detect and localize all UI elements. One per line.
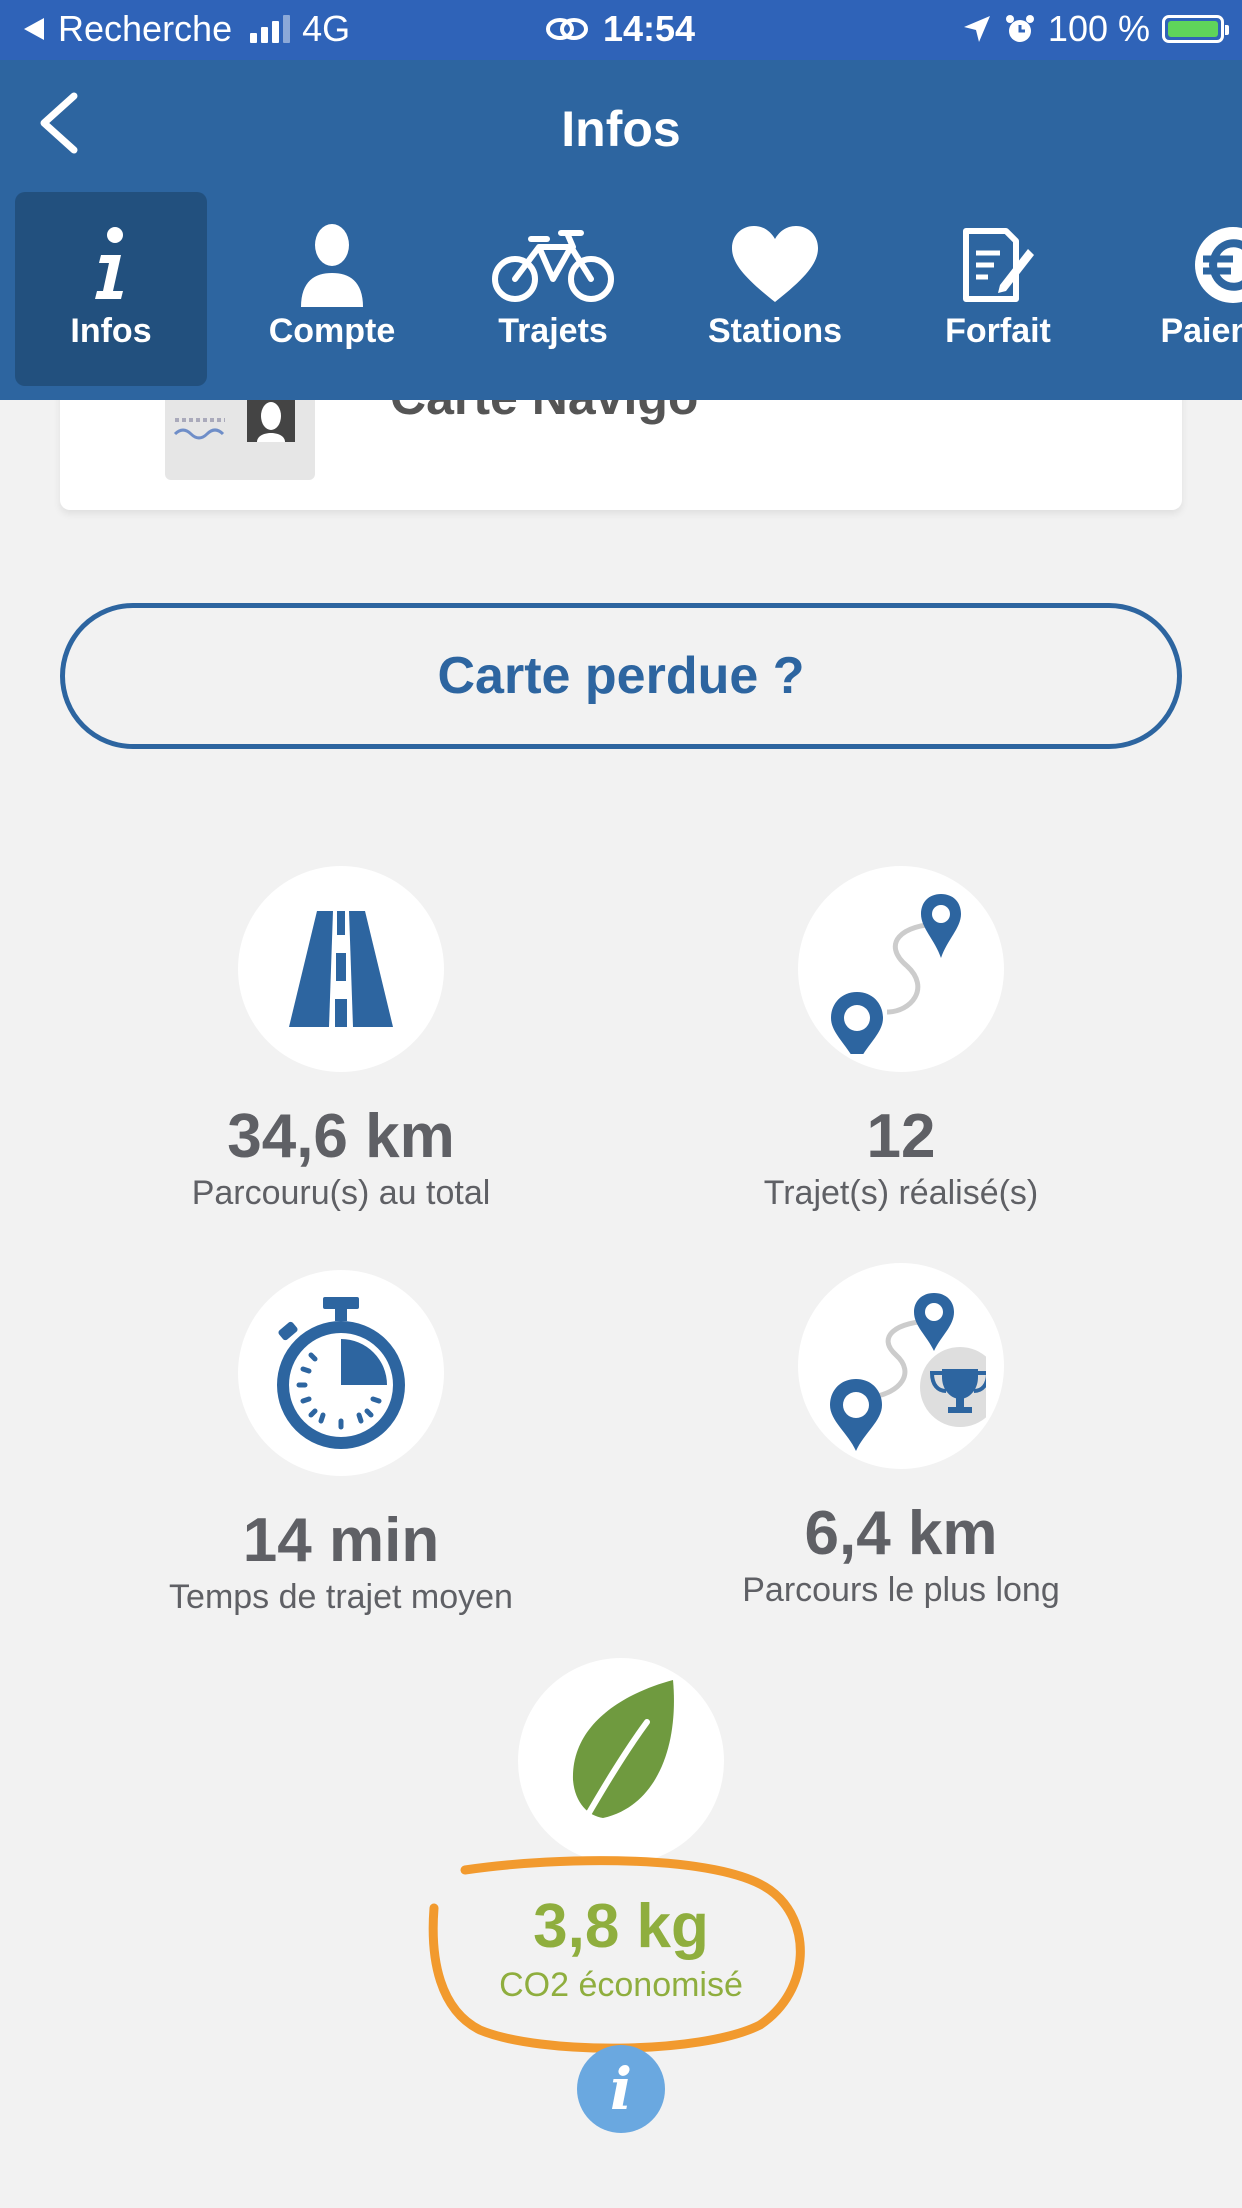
tab-label: Compte [268, 312, 396, 350]
document-edit-icon [963, 228, 1034, 302]
tab-label: Paieme [1160, 312, 1242, 350]
user-icon [301, 224, 363, 307]
tab-label: Forfait [945, 312, 1051, 350]
card-thumbnail [165, 390, 315, 480]
stat-value: 34,6 km [227, 1102, 455, 1171]
stat-label: Parcouru(s) au total [191, 1174, 491, 1212]
stat-value: 6,4 km [804, 1499, 998, 1568]
euro-icon [1195, 227, 1242, 303]
signal-icon [250, 15, 291, 43]
co2-info-button[interactable]: i [577, 2045, 665, 2133]
tab-infos[interactable]: Infos [15, 192, 207, 386]
stat-longest-trip: 6,4 km Parcours le plus long [621, 1263, 1181, 1610]
road-icon [289, 911, 393, 1027]
clock: 14:54 [603, 8, 696, 49]
tab-trajets[interactable]: Trajets [457, 192, 649, 386]
stat-icon-circle [518, 1658, 724, 1864]
tab-label: Trajets [498, 312, 608, 350]
status-bar: Recherche 4G 14:54 100 % [0, 0, 1242, 60]
battery-percent: 100 % [1047, 8, 1150, 49]
page-title: Infos [561, 101, 681, 157]
bike-icon [492, 230, 614, 302]
stat-icon-circle [238, 866, 444, 1072]
tab-stations[interactable]: Stations [679, 192, 871, 386]
stat-icon-circle [798, 1263, 1004, 1469]
network-label: 4G [302, 8, 351, 49]
stat-label: Temps de trajet moyen [169, 1578, 513, 1616]
stat-icon-circle [238, 1270, 444, 1476]
tab-forfait[interactable]: Forfait [902, 192, 1094, 386]
back-app-label[interactable]: Recherche [58, 8, 232, 50]
tab-bar: Infos Compte Trajets Stations Forfait Pa… [0, 192, 1242, 402]
tab-paiement[interactable]: Paieme [1124, 192, 1242, 386]
route-icon [831, 894, 961, 1054]
highlight-circle-annotation [428, 1856, 805, 2053]
tab-label: Infos [70, 312, 152, 350]
battery-icon [1162, 15, 1229, 43]
location-arrow-icon [963, 16, 990, 42]
stat-label: Trajet(s) réalisé(s) [763, 1174, 1039, 1212]
stat-value: 14 min [242, 1506, 440, 1575]
stat-icon-circle [798, 866, 1004, 1072]
leaf-icon [568, 1680, 674, 1846]
tab-label: Stations [707, 312, 843, 350]
info-icon [95, 227, 123, 299]
stopwatch-icon [277, 1297, 405, 1449]
stat-trip-count: 12 Trajet(s) réalisé(s) [621, 866, 1181, 1213]
link-icon [546, 18, 588, 40]
app-header: Infos Infos Compte Trajets Stations Forf… [0, 60, 1242, 400]
lost-card-button[interactable]: Carte perdue ? [60, 603, 1182, 749]
stat-total-distance: 34,6 km Parcouru(s) au total [61, 866, 621, 1213]
route-trophy-icon [830, 1293, 986, 1451]
tab-compte[interactable]: Compte [236, 192, 428, 386]
stat-label: Parcours le plus long [742, 1571, 1060, 1609]
info-icon: i [609, 2055, 633, 2123]
heart-icon [732, 226, 818, 302]
stat-average-time: 14 min Temps de trajet moyen [61, 1270, 621, 1617]
stat-value: 12 [866, 1102, 936, 1171]
back-triangle-icon[interactable] [22, 16, 46, 42]
alarm-icon [1005, 15, 1034, 42]
